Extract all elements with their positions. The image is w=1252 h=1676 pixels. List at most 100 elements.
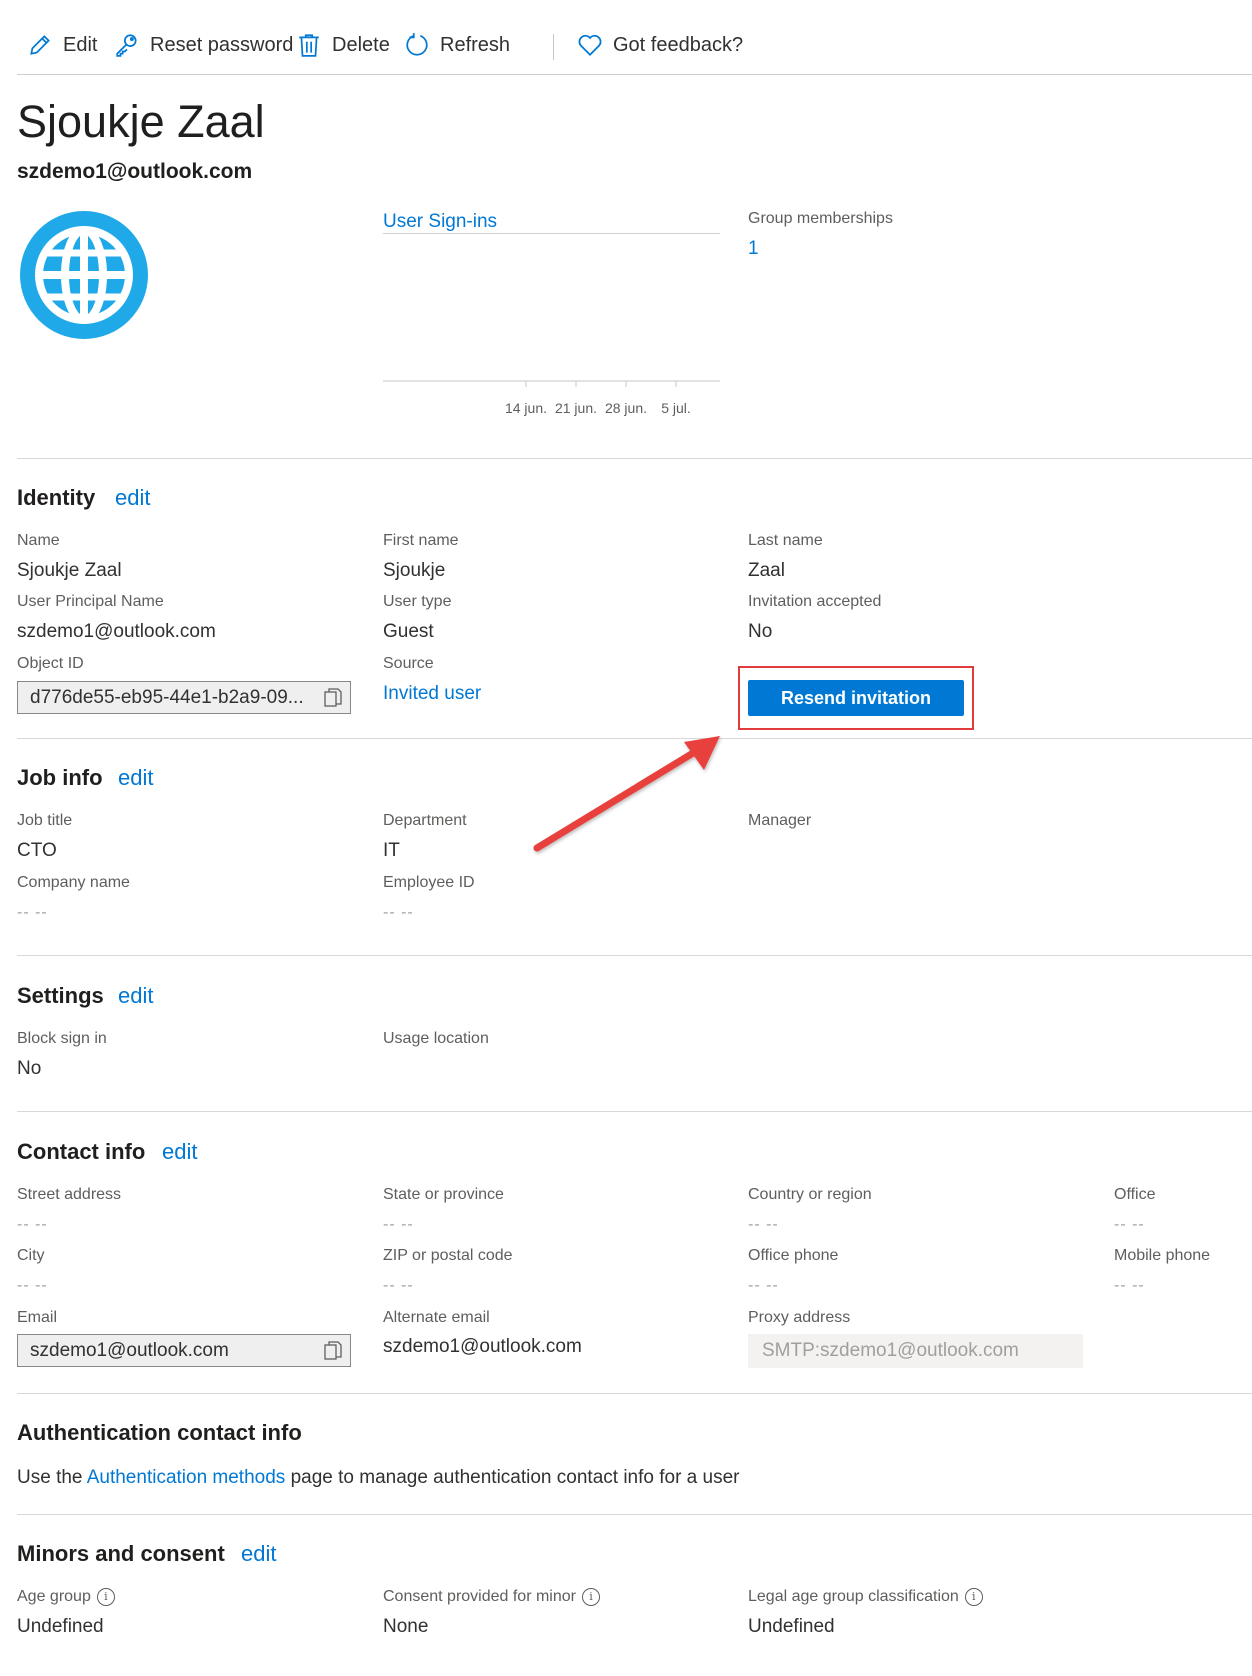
refresh-button[interactable]: Refresh <box>404 32 510 58</box>
divider-settings <box>17 955 1252 956</box>
job-title-value: CTO <box>17 840 57 861</box>
authentication-methods-link[interactable]: Authentication methods <box>87 1467 286 1488</box>
settings-edit-link[interactable]: edit <box>118 983 153 1009</box>
minors-consent-heading: Minors and consent <box>17 1541 225 1566</box>
name-label: Name <box>17 532 60 549</box>
command-bar: Edit Reset password Delete Refresh Got f… <box>17 28 1252 75</box>
mobile-phone-label: Mobile phone <box>1114 1247 1211 1264</box>
manager-label: Manager <box>748 812 812 829</box>
job-info-edit-link[interactable]: edit <box>118 765 153 791</box>
country-label: Country or region <box>748 1186 872 1203</box>
info-icon[interactable]: i <box>96 1588 115 1606</box>
trash-icon <box>299 34 319 57</box>
employee-id-label: Employee ID <box>383 874 475 891</box>
info-icon[interactable]: i <box>964 1588 983 1606</box>
last-name-value: Zaal <box>748 560 785 581</box>
identity-edit-link[interactable]: edit <box>115 485 150 511</box>
identity-heading: Identity <box>17 485 96 510</box>
contact-info-edit-link[interactable]: edit <box>162 1139 197 1165</box>
pencil-icon <box>30 35 50 55</box>
email-label: Email <box>17 1309 58 1326</box>
legal-age-value: Undefined <box>748 1616 835 1637</box>
user-email-subtitle: szdemo1@outlook.com <box>17 160 253 183</box>
signins-chart: 14 jun. 21 jun. 28 jun. 5 jul. <box>383 380 720 416</box>
legal-age-label-text: Legal age group classification <box>748 1588 959 1605</box>
country-value: -- -- <box>748 1216 779 1233</box>
edit-button[interactable]: Edit <box>27 32 97 58</box>
proxy-address-label: Proxy address <box>748 1309 851 1326</box>
name-value: Sjoukje Zaal <box>17 560 122 581</box>
contact-info-heading: Contact info <box>17 1139 146 1164</box>
job-title-label: Job title <box>17 812 73 829</box>
object-id-field[interactable]: d776de55-eb95-44e1-b2a9-09... <box>17 681 351 714</box>
alternate-email-value: szdemo1@outlook.com <box>383 1336 582 1357</box>
signins-tick-label-2: 21 jun. <box>555 400 597 416</box>
copy-icon[interactable] <box>324 1341 342 1361</box>
source-label: Source <box>383 655 434 672</box>
company-name-label: Company name <box>17 874 130 891</box>
object-id-value: d776de55-eb95-44e1-b2a9-09... <box>30 687 304 708</box>
user-signins-link[interactable]: User Sign-ins <box>383 211 497 233</box>
alternate-email-label: Alternate email <box>383 1309 490 1326</box>
heart-icon <box>578 34 602 56</box>
resend-invitation-button[interactable]: Resend invitation <box>748 680 964 716</box>
consent-minor-label-text: Consent provided for minor <box>383 1588 576 1605</box>
signins-title-rule <box>383 233 720 234</box>
consent-minor-value: None <box>383 1616 429 1637</box>
last-name-label: Last name <box>748 532 823 549</box>
office-label: Office <box>1114 1186 1156 1203</box>
minors-consent-edit-link[interactable]: edit <box>241 1541 276 1567</box>
street-address-value: -- -- <box>17 1216 48 1233</box>
auth-contact-text: Use the Authentication methods page to m… <box>17 1467 740 1489</box>
city-label: City <box>17 1247 45 1264</box>
invitation-accepted-label: Invitation accepted <box>748 593 882 610</box>
age-group-label-text: Age group <box>17 1588 91 1605</box>
employee-id-value: -- -- <box>383 904 414 921</box>
feedback-label: Got feedback? <box>613 33 744 56</box>
group-memberships-label: Group memberships <box>748 210 893 227</box>
age-group-label: Age group i <box>17 1588 115 1606</box>
department-value: IT <box>383 840 400 861</box>
feedback-button[interactable]: Got feedback? <box>577 32 743 58</box>
source-invited-user-link[interactable]: Invited user <box>383 683 481 705</box>
signins-tick-label-1: 14 jun. <box>505 400 547 416</box>
group-memberships-count-link[interactable]: 1 <box>748 238 759 260</box>
consent-minor-label: Consent provided for minor i <box>383 1588 600 1606</box>
signins-tick-label-3: 28 jun. <box>605 400 647 416</box>
signins-tick-label-4: 5 jul. <box>661 400 691 416</box>
upn-label: User Principal Name <box>17 593 164 610</box>
reset-password-button[interactable]: Reset password <box>114 32 293 58</box>
delete-button[interactable]: Delete <box>296 32 390 58</box>
divider-contact <box>17 1111 1252 1112</box>
state-label: State or province <box>383 1186 504 1203</box>
user-type-value: Guest <box>383 621 434 642</box>
zip-label: ZIP or postal code <box>383 1247 513 1264</box>
email-field[interactable]: szdemo1@outlook.com <box>17 1334 351 1367</box>
proxy-address-value: SMTP:szdemo1@outlook.com <box>762 1340 1019 1361</box>
usage-location-label: Usage location <box>383 1030 489 1047</box>
refresh-icon <box>406 33 428 56</box>
first-name-label: First name <box>383 532 459 549</box>
globe-avatar-icon <box>20 211 148 339</box>
reset-password-label: Reset password <box>150 33 294 56</box>
user-type-label: User type <box>383 593 452 610</box>
copy-icon[interactable] <box>324 688 342 708</box>
info-icon[interactable]: i <box>581 1588 600 1606</box>
divider-identity <box>17 458 1252 459</box>
state-value: -- -- <box>383 1216 414 1233</box>
upn-value: szdemo1@outlook.com <box>17 621 216 642</box>
email-value: szdemo1@outlook.com <box>30 1340 229 1361</box>
toolbar-separator <box>553 34 554 60</box>
office-value: -- -- <box>1114 1216 1145 1233</box>
company-name-value: -- -- <box>17 904 48 921</box>
job-info-heading: Job info <box>17 765 103 790</box>
delete-label: Delete <box>332 33 390 56</box>
auth-text-after: page to manage authentication contact in… <box>285 1467 740 1488</box>
block-sign-in-label: Block sign in <box>17 1030 107 1047</box>
mobile-phone-value: -- -- <box>1114 1277 1145 1294</box>
street-address-label: Street address <box>17 1186 122 1203</box>
department-label: Department <box>383 812 467 829</box>
settings-heading: Settings <box>17 983 104 1008</box>
divider-auth <box>17 1393 1252 1394</box>
office-phone-label: Office phone <box>748 1247 839 1264</box>
